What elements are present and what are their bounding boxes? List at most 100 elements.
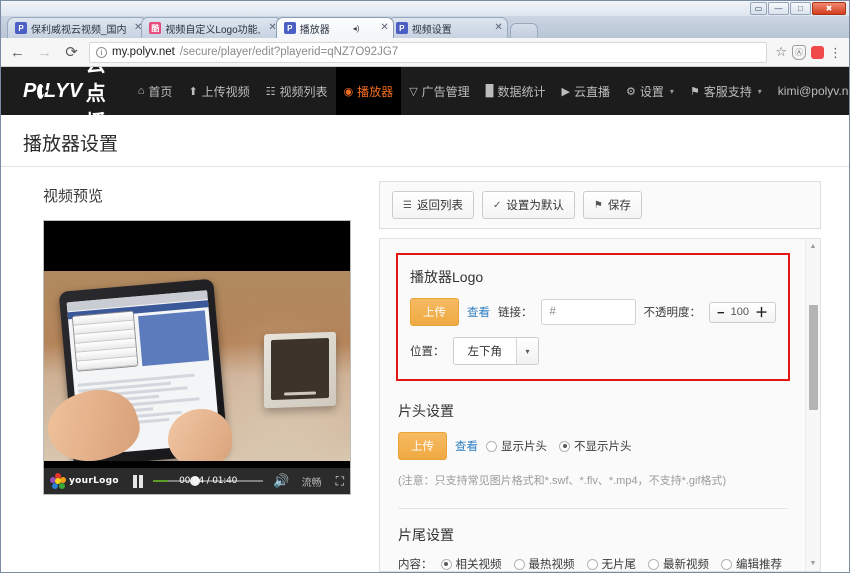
maximize-button[interactable]: □ xyxy=(790,2,811,15)
radio-button-icon[interactable] xyxy=(648,558,659,570)
logo-link-label: 链接： xyxy=(498,307,533,319)
site-navbar: PLYV云点播 ⌂ 首页 ⬆ 上传视频 ☷ 视频列表 ◉ 播放器 ▽ 广告管理 xyxy=(1,67,849,134)
tab-close-icon[interactable]: ✕ xyxy=(260,23,276,33)
nav-item-statistics[interactable]: █ 数据统计 xyxy=(478,67,554,115)
page-title: 播放器设置 xyxy=(1,115,849,167)
new-tab-button[interactable] xyxy=(509,23,538,38)
nav-item-player[interactable]: ◉ 播放器 xyxy=(335,67,402,115)
radio-button-icon[interactable] xyxy=(586,558,598,570)
outro-radio-editor-pick[interactable]: 编辑推荐 xyxy=(721,556,782,571)
nav-item-upload[interactable]: ⬆ 上传视频 xyxy=(180,67,257,115)
site-info-icon[interactable]: i xyxy=(96,46,107,58)
logo-section-heading: 播放器Logo xyxy=(410,269,484,285)
radio-button-icon[interactable] xyxy=(486,440,497,452)
logo-link-input[interactable]: # xyxy=(540,299,636,325)
intro-radio-hide[interactable]: 不显示片头 xyxy=(559,438,632,454)
nav-item-settings[interactable]: ⚙ 设置 ▾ xyxy=(618,67,682,115)
tab-close-icon[interactable]: ✕ xyxy=(376,23,388,33)
intro-radio-show[interactable]: 显示片头 xyxy=(486,438,547,454)
radio-label: 相关视频 xyxy=(455,559,502,571)
close-button[interactable]: ✖ xyxy=(812,2,846,15)
radio-button-icon-selected[interactable] xyxy=(559,440,570,452)
back-icon[interactable]: ← xyxy=(8,43,27,62)
shield-extension-icon[interactable]: Ⓐ xyxy=(792,44,806,60)
logo-view-link[interactable]: 查看 xyxy=(467,304,490,320)
browser-tab-2[interactable]: 酷 视频自定义Logo功能,保 ✕ xyxy=(141,17,282,38)
outro-radio-none[interactable]: 无片尾 xyxy=(586,556,636,571)
scroll-down-arrow-icon[interactable]: ▼ xyxy=(806,556,820,571)
chevron-down-icon[interactable]: ▾ xyxy=(516,338,538,364)
save-button[interactable]: ⚑ 保存 xyxy=(582,191,642,219)
logo-upload-button[interactable]: 上传 xyxy=(410,298,459,326)
chart-icon: █ xyxy=(485,85,494,97)
forward-icon[interactable]: → xyxy=(35,43,54,62)
logo-opacity-stepper[interactable]: − 100 ＋ xyxy=(709,301,776,323)
nav-label: 设置 xyxy=(639,84,664,99)
tab-favicon-polyv: P xyxy=(15,22,27,34)
nav-item-account[interactable]: kimi@polyv.net ▾ xyxy=(770,67,849,115)
radio-button-icon[interactable] xyxy=(513,558,525,570)
quality-selector[interactable]: 流畅 xyxy=(302,474,322,489)
lock-icon[interactable]: ▭ xyxy=(750,2,767,15)
volume-icon[interactable]: 🔊 xyxy=(273,473,289,489)
outro-section: 片尾设置 内容： 相关视频 最热视频 无片尾 最新视频 编辑推荐 xyxy=(394,509,798,571)
page-body: 播放器设置 视频预览 yourLogo 00:04 / 01:40 🔊 流畅 ⛶… xyxy=(1,115,849,572)
logo-position-select[interactable]: 左下角 ▾ xyxy=(452,337,539,365)
pause-icon[interactable] xyxy=(132,474,143,488)
button-label: 返回列表 xyxy=(416,200,463,212)
nav-item-support[interactable]: ⚑ 客服支持 ▾ xyxy=(682,67,770,115)
browser-tab-4[interactable]: P 视频设置 ✕ xyxy=(387,17,508,38)
back-to-list-button[interactable]: ☰ 返回列表 xyxy=(392,191,474,219)
nav-label: 首页 xyxy=(148,84,173,99)
nav-item-ads[interactable]: ▽ 广告管理 xyxy=(401,67,477,115)
progress-bar[interactable]: 00:04 / 01:40 xyxy=(152,474,264,488)
tab-close-icon[interactable]: ✕ xyxy=(126,23,142,33)
intro-format-note: (注意：只支持常见图片格式和*.swf、*.flv、*.mp4，不支持*.gif… xyxy=(398,475,727,487)
nav-item-live[interactable]: ▶ 云直播 xyxy=(553,67,617,115)
tab-mute-icon[interactable]: ◂) xyxy=(347,24,360,33)
outro-radio-related[interactable]: 相关视频 xyxy=(440,556,502,571)
fullscreen-icon[interactable]: ⛶ xyxy=(336,474,344,489)
address-bar[interactable]: i my.polyv.net/secure/player/edit?player… xyxy=(89,41,768,63)
browser-menu-icon[interactable]: ⋮ xyxy=(829,46,842,59)
player-icon: ◉ xyxy=(343,85,354,98)
intro-view-link[interactable]: 查看 xyxy=(455,438,478,454)
intro-upload-button[interactable]: 上传 xyxy=(398,432,447,460)
url-host: my.polyv.net xyxy=(112,46,175,58)
set-as-default-button[interactable]: ✓ 设置为默认 xyxy=(481,191,575,219)
tab-label: 视频设置 xyxy=(411,24,452,36)
minimize-button[interactable]: — xyxy=(768,2,789,15)
tab-favicon-polyv: P xyxy=(395,22,408,34)
opacity-decrement-icon[interactable]: − xyxy=(717,306,725,319)
nav-label: 播放器 xyxy=(357,84,394,99)
button-label: 设置为默认 xyxy=(506,200,564,212)
radio-label: 编辑推荐 xyxy=(736,559,782,571)
browser-tab-1[interactable]: P 保利威视云视频_国内技 ✕ xyxy=(7,17,148,38)
radio-button-icon[interactable] xyxy=(721,558,732,570)
outro-content-label: 内容： xyxy=(398,559,433,571)
tab-label: 保利威视云视频_国内技 xyxy=(31,24,126,36)
player-watermark-logo[interactable]: yourLogo xyxy=(50,473,119,489)
browser-tab-3-active[interactable]: P 播放器 ◂) ✕ xyxy=(275,17,394,38)
browser-window: ▭ — □ ✖ P 保利威视云视频_国内技 ✕ 酷 视频自定义Logo功能,保 … xyxy=(0,0,850,573)
bookmark-star-icon[interactable]: ☆ xyxy=(775,44,787,60)
logo-opacity-label: 不透明度： xyxy=(643,307,702,319)
outro-radio-hottest[interactable]: 最热视频 xyxy=(513,556,575,571)
nav-item-video-list[interactable]: ☷ 视频列表 xyxy=(258,67,336,115)
radio-button-icon-selected[interactable] xyxy=(440,558,452,570)
scroll-up-arrow-icon[interactable]: ▲ xyxy=(806,239,820,254)
intro-section-heading: 片头设置 xyxy=(398,403,454,419)
video-player[interactable]: yourLogo 00:04 / 01:40 🔊 流畅 ⛶ xyxy=(43,220,351,495)
reload-icon[interactable]: ⟳ xyxy=(62,43,81,62)
nav-item-home[interactable]: ⌂ 首页 xyxy=(130,67,181,115)
opacity-increment-icon[interactable]: ＋ xyxy=(755,306,768,319)
outro-radio-newest[interactable]: 最新视频 xyxy=(648,556,709,571)
tab-label: 视频自定义Logo功能,保 xyxy=(165,24,261,36)
red-extension-icon[interactable] xyxy=(811,45,824,59)
chevron-down-icon: ▾ xyxy=(757,86,762,96)
preview-heading: 视频预览 xyxy=(43,188,104,205)
scrollbar-thumb[interactable] xyxy=(809,305,818,410)
tab-close-icon[interactable]: ✕ xyxy=(486,23,502,33)
current-time: 00:04 xyxy=(179,476,205,486)
settings-scrollbar[interactable]: ▲ ▼ xyxy=(805,239,820,571)
